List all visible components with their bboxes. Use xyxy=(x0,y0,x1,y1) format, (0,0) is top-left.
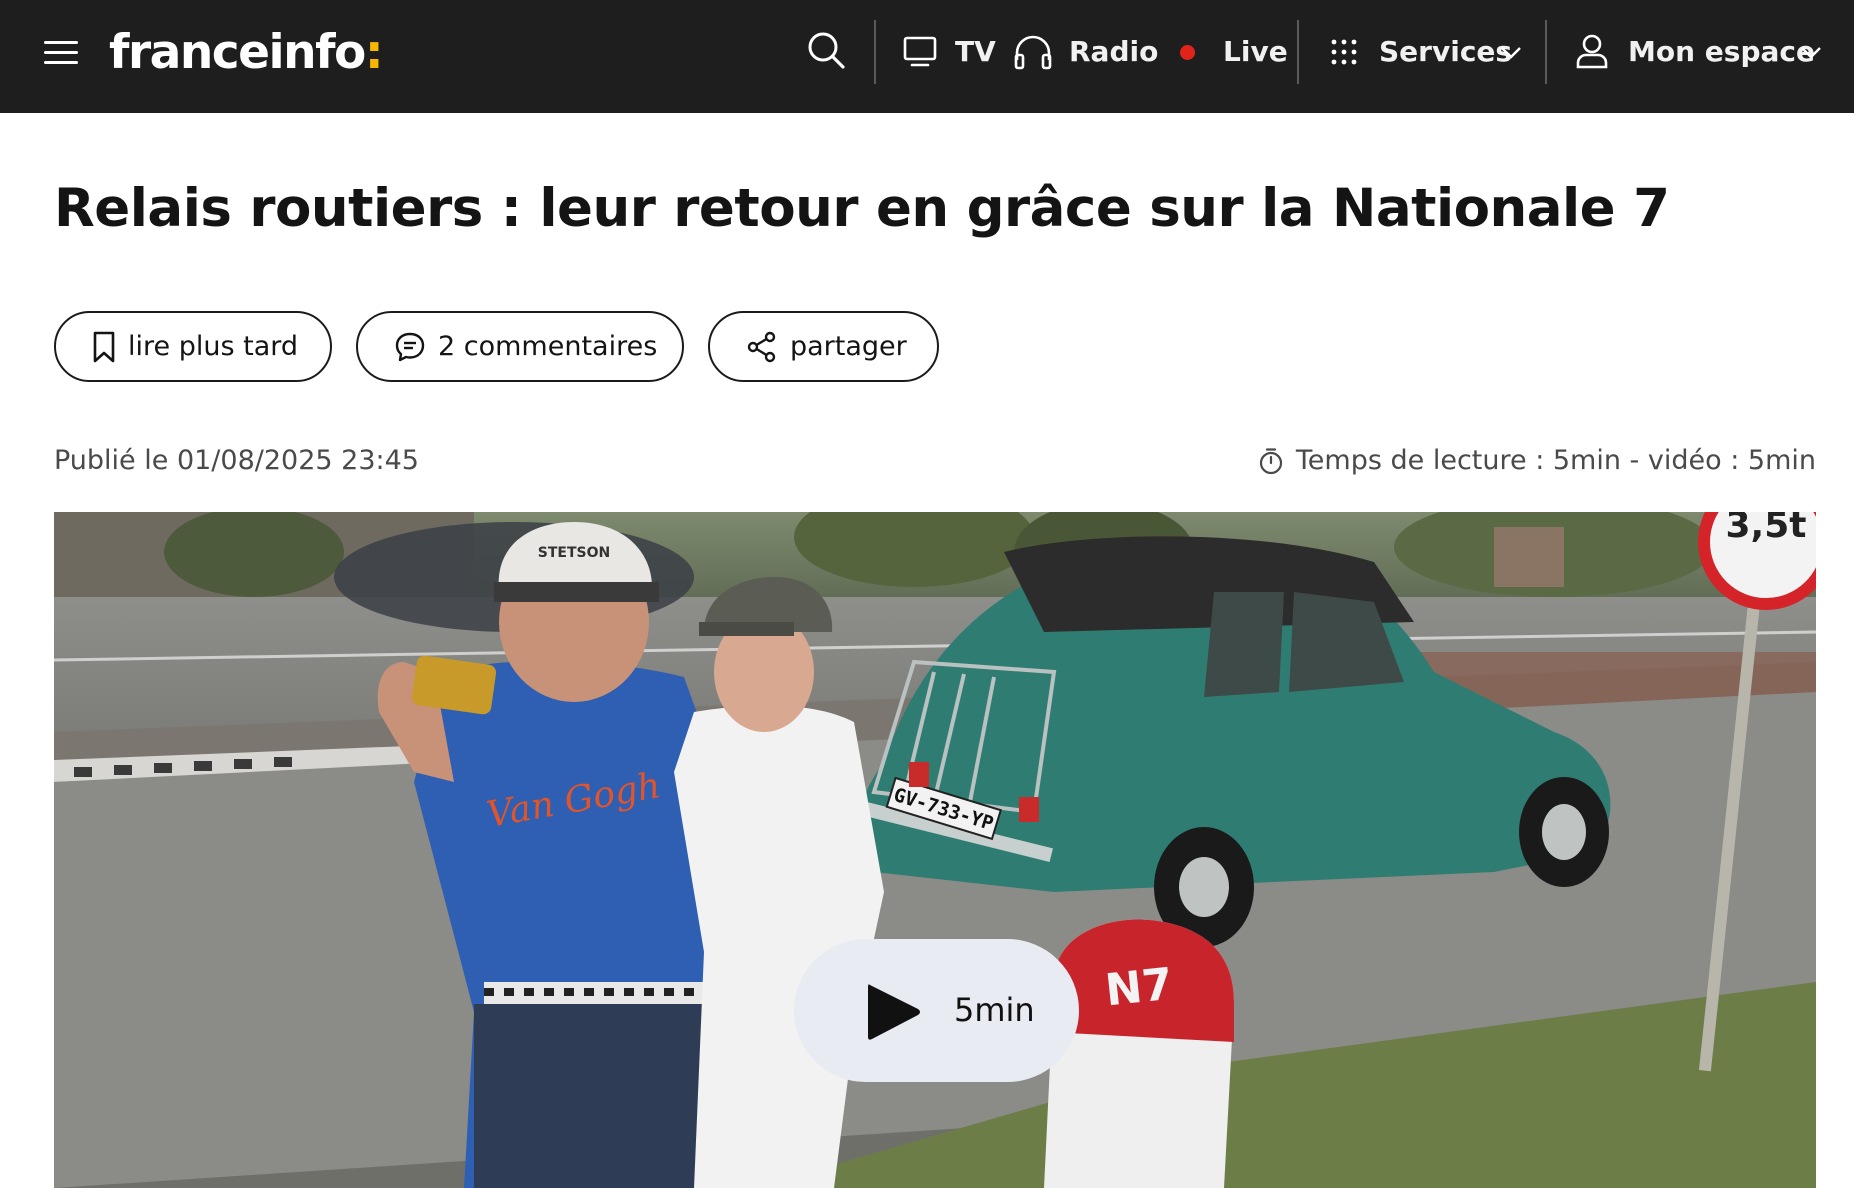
franceinfo-logo[interactable]: franceinfo: xyxy=(109,24,384,82)
chevron-down-icon[interactable] xyxy=(1800,46,1822,60)
headphones-icon xyxy=(1014,35,1052,70)
user-account-icon xyxy=(1576,34,1608,69)
nav-tv-link[interactable]: TV xyxy=(955,33,996,71)
share-icon xyxy=(747,331,776,362)
comments-label: 2 commentaires xyxy=(438,331,658,362)
video-thumbnail: GV-733-YP 3,5t N7 STETSON Van Gogh xyxy=(54,512,1816,1188)
chevron-down-icon[interactable] xyxy=(1500,46,1522,60)
live-indicator-dot xyxy=(1180,45,1195,60)
play-button[interactable]: 5min xyxy=(794,939,1079,1082)
nav-services-menu[interactable]: Services xyxy=(1379,33,1512,71)
hamburger-menu-icon[interactable] xyxy=(44,39,80,67)
video-duration: 5min xyxy=(954,991,1035,1029)
nav-account-menu[interactable]: Mon espace xyxy=(1628,33,1815,71)
road-sign-text: 3,5t xyxy=(1726,512,1807,546)
nav-separator xyxy=(1545,20,1547,84)
share-button[interactable]: partager xyxy=(708,311,939,382)
reading-time-text: Temps de lecture : 5min - vidéo : 5min xyxy=(1295,445,1816,476)
tv-icon xyxy=(903,36,937,67)
bookmark-icon xyxy=(93,331,115,362)
read-later-button[interactable]: lire plus tard xyxy=(54,311,332,382)
read-later-label: lire plus tard xyxy=(128,331,299,362)
share-label: partager xyxy=(790,331,907,362)
grid-dots-icon xyxy=(1331,39,1357,65)
reading-time: Temps de lecture : 5min - vidéo : 5min xyxy=(1258,443,1816,479)
nav-radio-link[interactable]: Radio xyxy=(1069,33,1158,71)
logo-colon: : xyxy=(364,25,384,80)
search-icon[interactable] xyxy=(806,30,846,70)
nav-live-link[interactable]: Live xyxy=(1223,33,1288,71)
comment-bubble-icon xyxy=(395,332,425,361)
comments-button[interactable]: 2 commentaires xyxy=(356,311,684,382)
published-date: Publié le 01/08/2025 23:45 xyxy=(54,445,419,476)
cap-text: STETSON xyxy=(538,545,610,561)
nav-separator xyxy=(874,20,876,84)
milestone-text: N7 xyxy=(1103,959,1175,1017)
top-navigation-bar: franceinfo: TV Radio Live Services Mon e… xyxy=(0,0,1854,113)
nav-separator xyxy=(1297,20,1299,84)
article-title: Relais routiers : leur retour en grâce s… xyxy=(54,178,1670,239)
play-icon xyxy=(868,984,920,1040)
timer-icon xyxy=(1259,448,1283,475)
video-player[interactable]: GV-733-YP 3,5t N7 STETSON Van Gogh 5min xyxy=(54,512,1816,1188)
logo-text: franceinfo xyxy=(109,25,366,80)
